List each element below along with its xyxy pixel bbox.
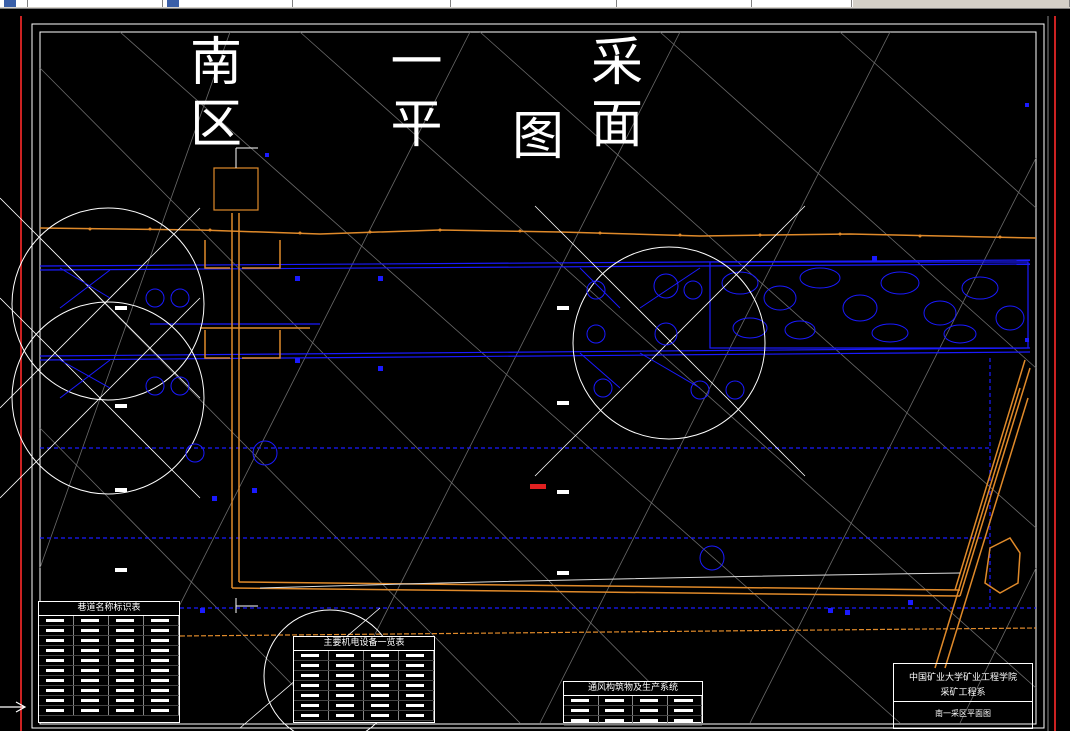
drawing-file-icon (4, 0, 16, 7)
toolbar-cell[interactable] (28, 0, 163, 7)
roadway-legend-header: 巷道名称标识表 (39, 602, 179, 616)
goaf-hatch (721, 267, 1025, 344)
table-row (294, 701, 434, 711)
table-row (294, 661, 434, 671)
equipment-symbols (59, 267, 745, 571)
table-row (564, 696, 702, 706)
table-row (564, 706, 702, 716)
arrow-right-icon (0, 701, 27, 713)
toolbar-cell[interactable] (752, 0, 852, 7)
department-name: 采矿工程系 (894, 685, 1032, 702)
main-shaft-roadway (200, 213, 1031, 669)
table-row (39, 696, 179, 706)
equipment-list-table: 主要机电设备一览表 (293, 636, 435, 723)
drawing-name: 南一采区平面图 (935, 709, 991, 718)
selected-marker[interactable] (530, 484, 546, 489)
drawing-title-line2: 图 (512, 107, 565, 167)
toolbar-cell[interactable] (0, 0, 28, 7)
table-row (39, 626, 179, 636)
institution-name: 中国矿业大学矿业工程学院 (908, 673, 1017, 683)
label-mark (115, 488, 127, 492)
layer-icon (167, 0, 179, 7)
table-row (39, 646, 179, 656)
upper-haulage-roadway (39, 227, 1037, 239)
table-row (39, 616, 179, 626)
table-row (39, 636, 179, 646)
table-row (39, 666, 179, 676)
roadway-stations (88, 227, 1002, 239)
roadway-legend-table: 巷道名称标识表 (38, 601, 180, 723)
table-row (39, 686, 179, 696)
toolbar-cell[interactable] (163, 0, 293, 7)
table-row (294, 651, 434, 661)
lower-transport-line (179, 627, 1037, 637)
label-mark (557, 571, 569, 575)
label-mark (557, 306, 569, 310)
table-row (39, 676, 179, 686)
toolbar-cell (852, 0, 1070, 7)
table-row (564, 716, 702, 726)
toolbar-cell[interactable] (617, 0, 752, 7)
table-row (39, 706, 179, 716)
drawing-canvas[interactable]: 南 一 采 区 平 面 图 巷道名称标识表 主要机电设备一览表 通风构筑物及生产… (0, 8, 1070, 731)
label-mark (115, 404, 127, 408)
shaft-head-box (213, 167, 259, 211)
label-mark (115, 306, 127, 310)
toolbar-cell[interactable] (293, 0, 451, 7)
equipment-list-header: 主要机电设备一览表 (294, 637, 434, 651)
title-block: 中国矿业大学矿业工程学院 采矿工程系 南一采区平面图 (893, 663, 1033, 729)
label-mark (115, 568, 127, 572)
table-row (294, 681, 434, 691)
ventilation-header: 通风构筑物及生产系统 (564, 682, 702, 696)
ventilation-table: 通风构筑物及生产系统 (563, 681, 703, 726)
toolbar-cell[interactable] (451, 0, 617, 7)
table-row (294, 671, 434, 681)
label-mark (557, 490, 569, 494)
table-row (294, 711, 434, 721)
label-mark (557, 401, 569, 405)
table-row (39, 656, 179, 666)
table-row (294, 691, 434, 701)
